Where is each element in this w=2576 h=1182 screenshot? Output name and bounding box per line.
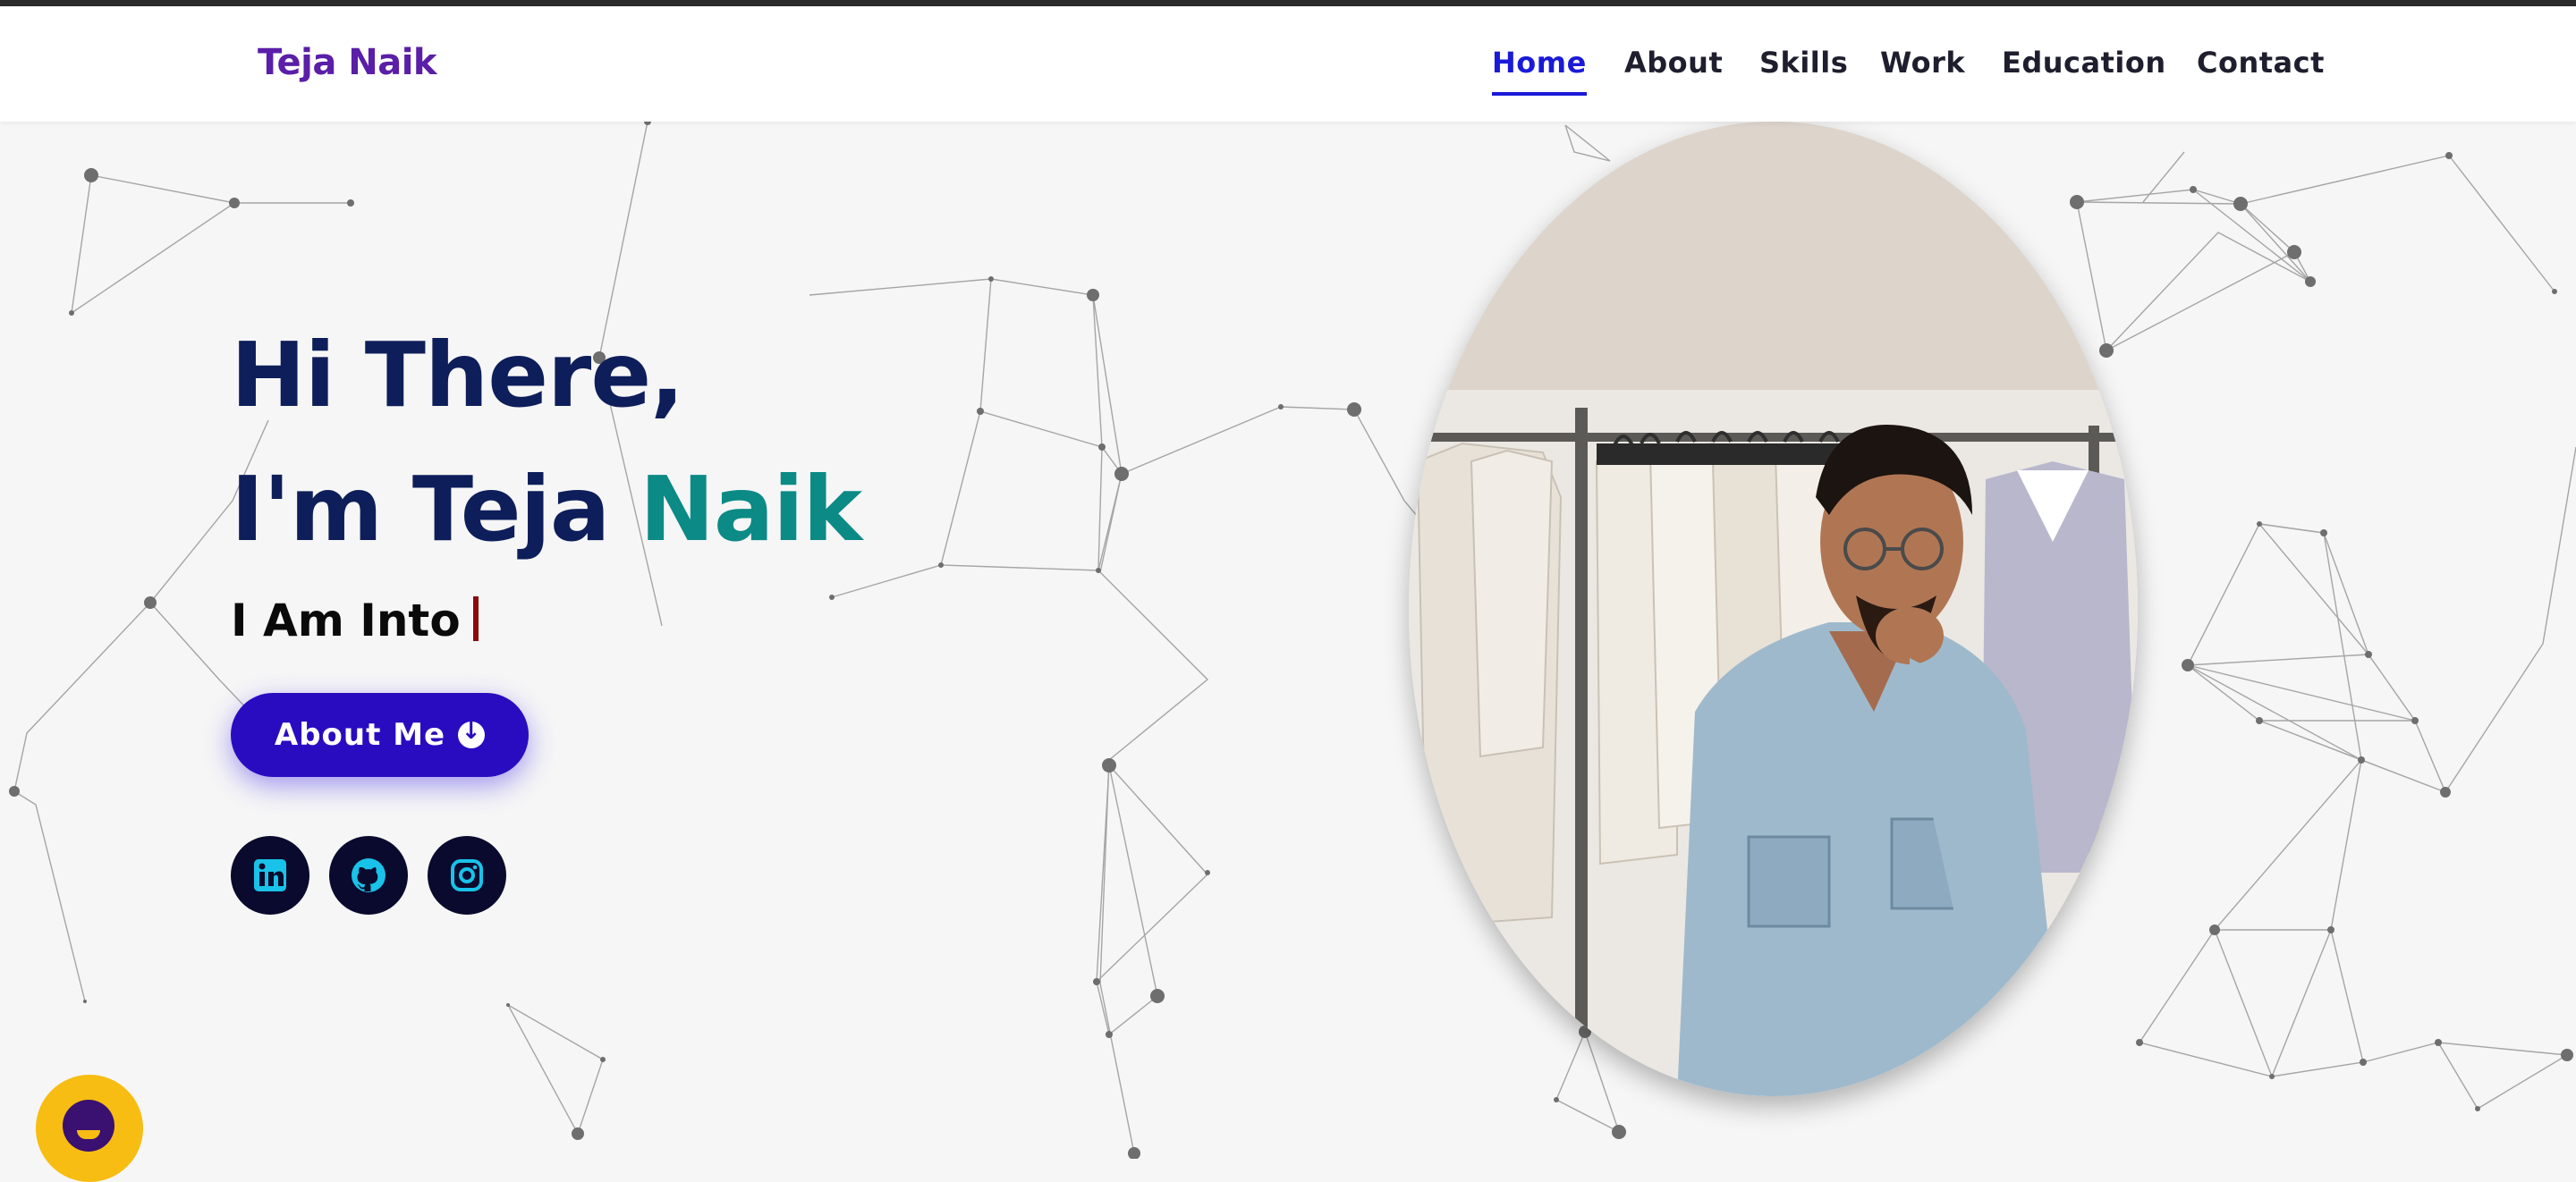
linkedin-link[interactable] xyxy=(231,836,309,915)
nav-about-link[interactable]: About xyxy=(1624,46,1723,80)
hero-intro-highlight: Naik xyxy=(640,457,862,561)
typed-text-line: I Am Into xyxy=(231,595,479,646)
typing-cursor xyxy=(472,596,479,641)
instagram-icon xyxy=(451,859,483,891)
top-navbar: Teja Naik Home About Skills Work Educati… xyxy=(0,6,2576,122)
nav-education-link[interactable]: Education xyxy=(2002,46,2166,80)
arrow-circle-down-icon xyxy=(458,718,486,748)
hero-intro: I'm Teja Naik xyxy=(231,443,862,577)
particle-network-background xyxy=(9,118,2576,1159)
nav-skills-link[interactable]: Skills xyxy=(1759,46,1848,80)
about-me-button[interactable]: About Me xyxy=(231,693,529,777)
nav-work-link[interactable]: Work xyxy=(1880,46,1965,80)
profile-photo xyxy=(1409,122,2138,1096)
hero-heading: Hi There, I'm Teja Naik xyxy=(231,308,862,577)
nav-contact-link[interactable]: Contact xyxy=(2197,46,2325,80)
typed-prefix: I Am Into xyxy=(231,595,461,646)
about-me-label: About Me xyxy=(274,717,446,753)
hero-greeting: Hi There, xyxy=(231,323,684,427)
github-link[interactable] xyxy=(329,836,408,915)
profile-photo-illustration xyxy=(1409,122,2138,1096)
hero-intro-prefix: I'm Teja xyxy=(231,457,640,561)
chat-bot-button[interactable] xyxy=(36,1075,143,1182)
instagram-link[interactable] xyxy=(428,836,506,915)
brand-logo[interactable]: Teja Naik xyxy=(258,42,437,83)
github-icon xyxy=(352,858,386,892)
linkedin-icon xyxy=(254,859,286,891)
nav-home-link[interactable]: Home xyxy=(1492,46,1587,96)
chat-bot-icon xyxy=(63,1100,114,1152)
